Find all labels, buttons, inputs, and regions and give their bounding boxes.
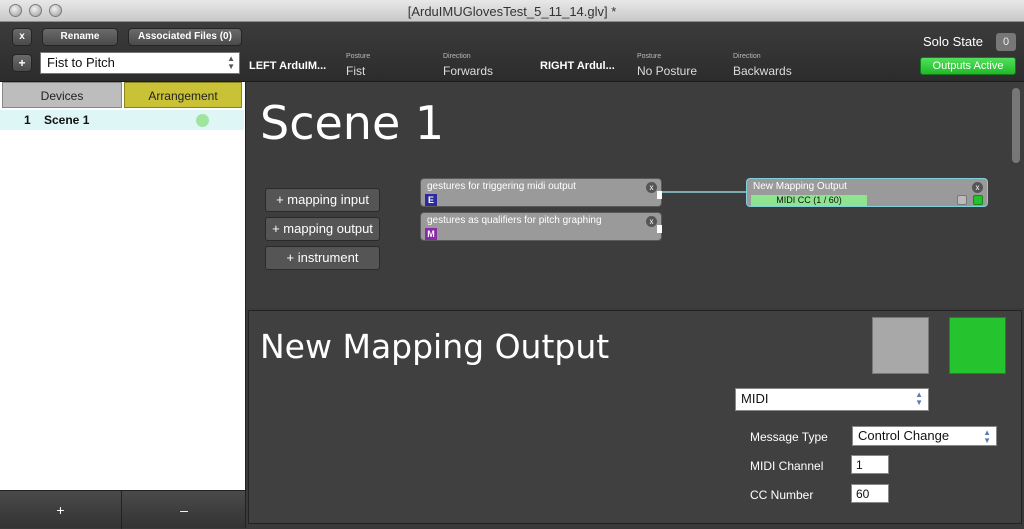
scene-status-indicator xyxy=(196,114,209,127)
active-toggle[interactable] xyxy=(973,195,983,205)
left-panel-footer: + – xyxy=(0,490,245,529)
tab-arrangement[interactable]: Arrangement xyxy=(124,82,242,108)
associated-files-button[interactable]: Associated Files (0) xyxy=(128,28,242,46)
output-type-value: MIDI xyxy=(741,391,769,406)
right-posture-caption: Posture xyxy=(637,53,662,60)
cc-number-label: CC Number xyxy=(750,488,814,502)
node-badge: M xyxy=(425,228,437,240)
right-direction-caption: Direction xyxy=(733,53,761,60)
up-down-arrows-icon: ▲ ▼ xyxy=(915,390,923,407)
right-posture-value: No Posture xyxy=(637,64,698,78)
output-port[interactable] xyxy=(657,191,662,199)
rename-button[interactable]: Rename xyxy=(42,28,118,46)
right-device-name: RIGHT Ardul... xyxy=(540,60,615,72)
mute-toggle[interactable] xyxy=(957,195,967,205)
right-direction-value: Backwards xyxy=(733,64,792,78)
toolbar: x Rename Associated Files (0) + Fist to … xyxy=(0,22,1024,82)
message-type-label: Message Type xyxy=(750,430,828,444)
node-badge: E xyxy=(425,194,437,206)
left-device-name: LEFT ArduIM... xyxy=(249,60,327,72)
midi-channel-label: MIDI Channel xyxy=(750,459,824,473)
message-type-select[interactable]: Control Change ▲ ▼ xyxy=(852,426,997,446)
left-direction-value: Forwards xyxy=(443,64,494,78)
tab-devices[interactable]: Devices xyxy=(2,82,122,108)
output-port[interactable] xyxy=(657,225,662,233)
left-posture-caption: Posture xyxy=(346,53,371,60)
left-panel: Devices Arrangement 1 Scene 1 + – xyxy=(0,82,246,529)
inspector-panel: New Mapping Output MIDI ▲ ▼ Message Type … xyxy=(248,310,1022,524)
left-posture-value: Fist xyxy=(346,64,366,78)
mapping-input-node[interactable]: gestures for triggering midi output x E xyxy=(420,178,662,207)
node-title: gestures for triggering midi output xyxy=(427,181,576,192)
preset-value: Fist to Pitch xyxy=(47,55,115,70)
close-button[interactable]: x xyxy=(12,28,32,46)
close-icon[interactable]: x xyxy=(646,216,657,227)
add-scene-button[interactable]: + xyxy=(0,491,122,529)
up-down-arrows-icon: ▲ ▼ xyxy=(983,428,991,445)
scene-scrollbar[interactable] xyxy=(1012,88,1020,163)
output-type-select[interactable]: MIDI ▲ ▼ xyxy=(735,388,929,411)
cc-number-field[interactable]: 60 xyxy=(851,484,889,503)
add-preset-button[interactable]: + xyxy=(12,54,32,72)
inspector-title: New Mapping Output xyxy=(260,327,610,366)
scene-number: 1 xyxy=(24,113,31,127)
scene-name: Scene 1 xyxy=(44,113,90,127)
remove-scene-button[interactable]: – xyxy=(123,491,245,529)
active-button[interactable] xyxy=(949,317,1006,374)
mute-button[interactable] xyxy=(872,317,929,374)
close-icon[interactable]: x xyxy=(972,182,983,193)
left-direction-caption: Direction xyxy=(443,53,471,60)
scene-canvas: Scene 1 + mapping input + mapping output… xyxy=(246,82,1024,308)
output-detail: MIDI CC (1 / 60) xyxy=(751,195,867,206)
node-title: gestures as qualifiers for pitch graphin… xyxy=(427,215,602,226)
solo-state-label: Solo State xyxy=(923,34,983,49)
title-bar: [ArduIMUGlovesTest_5_11_14.glv] * xyxy=(0,0,1024,22)
preset-select[interactable]: Fist to Pitch ▲ ▼ xyxy=(40,52,240,74)
window-title: [ArduIMUGlovesTest_5_11_14.glv] * xyxy=(407,4,617,19)
solo-count-badge: 0 xyxy=(996,33,1016,51)
outputs-active-button[interactable]: Outputs Active xyxy=(920,57,1016,75)
mapping-input-node[interactable]: gestures as qualifiers for pitch graphin… xyxy=(420,212,662,241)
scene-list-item[interactable]: 1 Scene 1 xyxy=(0,110,244,130)
node-title: New Mapping Output xyxy=(753,181,847,192)
midi-channel-field[interactable]: 1 xyxy=(851,455,889,474)
close-icon[interactable]: x xyxy=(646,182,657,193)
mapping-output-node[interactable]: New Mapping Output x MIDI CC (1 / 60) xyxy=(746,178,988,207)
message-type-value: Control Change xyxy=(858,428,950,443)
up-down-arrows-icon: ▲ ▼ xyxy=(227,54,235,71)
